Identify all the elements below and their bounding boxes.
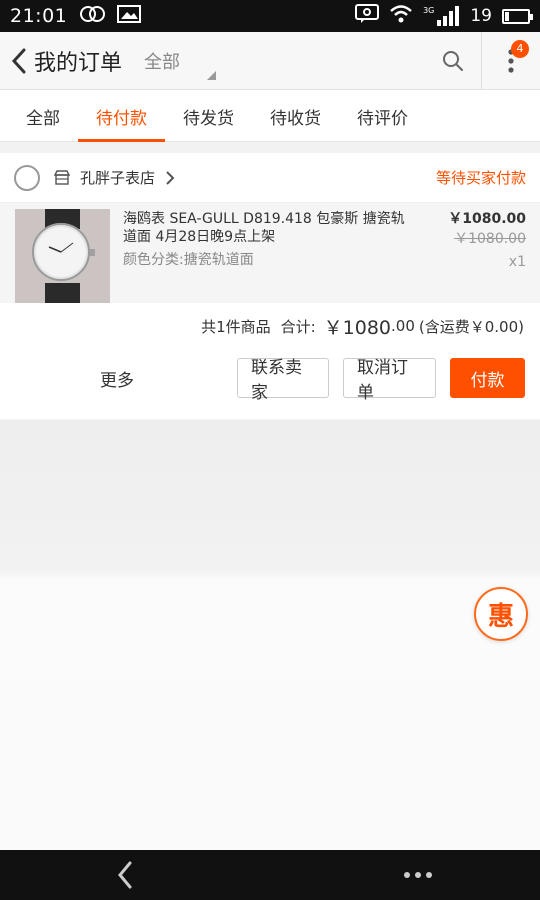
back-button[interactable] bbox=[4, 32, 34, 90]
order-actions: 更多 联系卖家 取消订单 付款 bbox=[0, 349, 540, 407]
shop-row: 孔胖子表店 等待买家付款 bbox=[0, 153, 540, 203]
product-quantity: x1 bbox=[508, 254, 526, 270]
battery-level: 19 bbox=[470, 6, 492, 26]
notification-badge: 4 bbox=[511, 39, 529, 58]
filter-label: 全部 bbox=[144, 51, 181, 73]
discount-float-button[interactable]: 惠 bbox=[474, 587, 528, 641]
chevron-right-icon[interactable] bbox=[165, 170, 175, 186]
circles-icon bbox=[79, 5, 107, 27]
system-nav-bar bbox=[0, 850, 540, 900]
nav-back-button[interactable] bbox=[110, 858, 140, 892]
image-icon bbox=[117, 5, 142, 27]
battery-icon bbox=[502, 8, 533, 24]
product-price: ￥1080.00 bbox=[448, 211, 526, 227]
cancel-order-button[interactable]: 取消订单 bbox=[343, 358, 436, 403]
pay-button[interactable]: 付款 bbox=[450, 358, 525, 398]
total-cents: .00 bbox=[391, 317, 415, 335]
search-button[interactable] bbox=[425, 32, 481, 90]
more-menu-button[interactable]: 4 bbox=[482, 32, 540, 90]
status-bar: 21:01 3G 19 bbox=[0, 0, 540, 32]
shipping-fee: (含运费￥0.00) bbox=[418, 317, 524, 336]
discount-label: 惠 bbox=[487, 601, 514, 632]
order-tabs: 全部 待付款 待发货 待收货 待评价 bbox=[0, 90, 540, 142]
search-icon bbox=[443, 50, 463, 71]
header: 我的订单 全部 4 bbox=[0, 31, 540, 90]
tab-pending-review[interactable]: 待评价 bbox=[339, 90, 426, 142]
nav-back-icon bbox=[118, 861, 132, 889]
product-image[interactable] bbox=[15, 209, 110, 303]
nav-dot-icon bbox=[404, 872, 410, 878]
order-card: 孔胖子表店 等待买家付款 海鸥表 SEA-GULL D819.418 包豪斯 搪… bbox=[0, 153, 540, 419]
wifi-icon bbox=[389, 4, 413, 28]
chevron-left-icon bbox=[11, 48, 26, 73]
order-filter-dropdown[interactable]: 全部 bbox=[144, 32, 224, 90]
total-amount: ￥1080 bbox=[323, 316, 392, 339]
empty-area bbox=[0, 420, 540, 850]
nav-dot-icon bbox=[426, 872, 432, 878]
order-item[interactable]: 海鸥表 SEA-GULL D819.418 包豪斯 搪瓷轨道面 4月28日晚9点… bbox=[0, 203, 540, 303]
more-button[interactable]: 更多 bbox=[100, 366, 134, 391]
watch-image bbox=[15, 209, 110, 303]
total-label: 合计: bbox=[280, 317, 316, 336]
product-sku: 颜色分类:搪瓷轨道面 bbox=[123, 252, 254, 268]
network-type: 3G bbox=[423, 6, 435, 15]
contact-seller-button[interactable]: 联系卖家 bbox=[237, 358, 329, 403]
product-original-price: ￥1080.00 bbox=[454, 231, 526, 247]
tab-all[interactable]: 全部 bbox=[8, 90, 78, 142]
status-time: 21:01 bbox=[10, 5, 68, 27]
dropdown-triangle-icon bbox=[207, 70, 217, 80]
nav-menu-button[interactable] bbox=[400, 864, 436, 886]
order-status: 等待买家付款 bbox=[435, 169, 526, 187]
shop-name[interactable]: 孔胖子表店 bbox=[80, 167, 155, 188]
tab-pending-receipt[interactable]: 待收货 bbox=[252, 90, 339, 142]
nav-dot-icon bbox=[415, 872, 421, 878]
signal-icon: 3G bbox=[423, 6, 460, 26]
tab-pending-shipment[interactable]: 待发货 bbox=[165, 90, 252, 142]
page-title: 我的订单 bbox=[34, 50, 123, 76]
tab-pending-payment[interactable]: 待付款 bbox=[78, 90, 165, 142]
order-select-radio[interactable] bbox=[14, 164, 40, 191]
item-count: 共1件商品 bbox=[201, 317, 271, 336]
order-summary: 共1件商品 合计: ￥1080 .00 (含运费￥0.00) bbox=[0, 303, 540, 349]
product-title: 海鸥表 SEA-GULL D819.418 包豪斯 搪瓷轨道面 4月28日晚9点… bbox=[123, 211, 405, 245]
message-icon bbox=[355, 4, 380, 28]
shop-icon bbox=[54, 170, 70, 186]
